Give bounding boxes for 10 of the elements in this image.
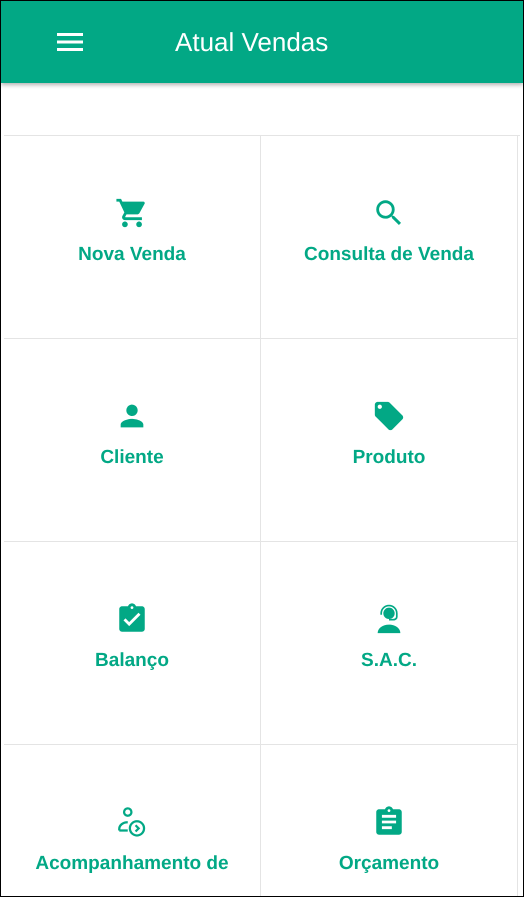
menu-tile[interactable]: S.A.C. xyxy=(261,542,518,745)
menu-tile[interactable]: Produto xyxy=(261,339,518,542)
menu-tile[interactable]: Cliente xyxy=(4,339,261,542)
menu-icon xyxy=(57,33,83,51)
menu-tile[interactable]: Balanço xyxy=(4,542,261,745)
menu-tile[interactable]: Consulta de Venda xyxy=(261,136,518,339)
menu-button[interactable] xyxy=(55,30,85,54)
app-title: Atual Vendas xyxy=(175,26,328,58)
menu-tile[interactable]: Nova Venda xyxy=(4,136,261,339)
tag-icon xyxy=(372,399,406,433)
